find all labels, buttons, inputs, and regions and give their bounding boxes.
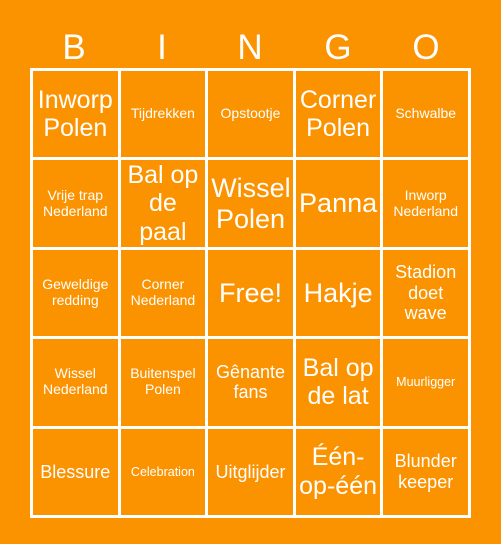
bingo-cell-label: Opstootje bbox=[220, 105, 281, 122]
bingo-cell-label: Blessure bbox=[40, 461, 111, 482]
header-letter-n: N bbox=[237, 27, 263, 67]
bingo-cell-label: Stadion doet wave bbox=[395, 262, 457, 324]
bingo-cell-label: Uitglijder bbox=[215, 461, 286, 482]
bingo-cell-label: Inworp Polen bbox=[37, 85, 113, 143]
bingo-cell-label: Wissel Nederland bbox=[42, 365, 108, 398]
bingo-cell-label: Één-op-één bbox=[299, 443, 378, 500]
bingo-cell-label: Corner Polen bbox=[299, 85, 377, 143]
bingo-cell-label: Schwalbe bbox=[395, 105, 457, 122]
header-letter-o: O bbox=[412, 27, 440, 67]
bingo-cell-label: Celebration bbox=[130, 464, 195, 479]
bingo-cell-label: Corner Nederland bbox=[130, 276, 196, 308]
bingo-cell[interactable]: Muurligger bbox=[383, 339, 468, 426]
bingo-cell[interactable]: Bal op de paal bbox=[120, 160, 206, 247]
bingo-cell[interactable]: Stadion doet wave bbox=[383, 249, 468, 337]
bingo-cell[interactable]: Bal op de lat bbox=[295, 339, 381, 426]
header-letter-b: B bbox=[62, 27, 86, 67]
bingo-cell-label: Vrije trap Nederland bbox=[42, 186, 108, 219]
bingo-cell-label: Bal op de paal bbox=[127, 160, 199, 246]
header-letter-i: I bbox=[157, 27, 167, 67]
bingo-cell-label: Gênante fans bbox=[215, 361, 286, 403]
bingo-cell-label: Panna bbox=[299, 188, 378, 219]
bingo-card: B I N G O Inworp Polen Tijdrekken Opstoo… bbox=[0, 0, 501, 544]
bingo-cell[interactable]: Blunder keeper bbox=[383, 428, 468, 515]
bingo-cell-label: Wissel Polen bbox=[211, 172, 291, 234]
bingo-cell-label: Tijdrekken bbox=[130, 105, 195, 122]
bingo-cell-label: Geweldige redding bbox=[42, 276, 109, 308]
bingo-cell[interactable]: Hakje bbox=[295, 249, 381, 337]
bingo-cell[interactable]: Wissel Polen bbox=[208, 160, 293, 247]
bingo-cell[interactable]: Tijdrekken bbox=[120, 71, 206, 158]
bingo-cell-label: Free! bbox=[218, 277, 282, 308]
bingo-cell-free[interactable]: Free! bbox=[208, 249, 293, 337]
bingo-cell[interactable]: Panna bbox=[295, 160, 381, 247]
bingo-cell[interactable]: Vrije trap Nederland bbox=[33, 160, 118, 247]
bingo-cell[interactable]: Inworp Nederland bbox=[383, 160, 468, 247]
bingo-cell-label: Buitenspel Polen bbox=[130, 365, 196, 398]
bingo-cell[interactable]: Wissel Nederland bbox=[33, 339, 118, 426]
bingo-cell[interactable]: Opstootje bbox=[208, 71, 293, 158]
bingo-cell-label: Bal op de lat bbox=[302, 353, 374, 411]
bingo-cell[interactable]: Blessure bbox=[33, 428, 118, 515]
bingo-cell[interactable]: Corner Nederland bbox=[120, 249, 206, 337]
bingo-cell[interactable]: Één-op-één bbox=[295, 428, 381, 515]
bingo-cell[interactable]: Buitenspel Polen bbox=[120, 339, 206, 426]
bingo-cell-label: Inworp Nederland bbox=[393, 186, 458, 219]
bingo-cell-label: Hakje bbox=[303, 277, 373, 308]
bingo-cell[interactable]: Uitglijder bbox=[208, 428, 293, 515]
bingo-cell-label: Muurligger bbox=[396, 375, 456, 390]
bingo-cell[interactable]: Celebration bbox=[120, 428, 206, 515]
bingo-grid: Inworp Polen Tijdrekken Opstootje Corner… bbox=[30, 68, 471, 518]
bingo-header: B I N G O bbox=[30, 26, 470, 68]
bingo-cell[interactable]: Inworp Polen bbox=[33, 71, 118, 158]
header-letter-g: G bbox=[324, 27, 352, 67]
bingo-cell[interactable]: Geweldige redding bbox=[33, 249, 118, 337]
bingo-cell[interactable]: Gênante fans bbox=[208, 339, 293, 426]
bingo-cell[interactable]: Schwalbe bbox=[383, 71, 468, 158]
bingo-cell[interactable]: Corner Polen bbox=[295, 71, 381, 158]
bingo-cell-label: Blunder keeper bbox=[394, 451, 457, 492]
